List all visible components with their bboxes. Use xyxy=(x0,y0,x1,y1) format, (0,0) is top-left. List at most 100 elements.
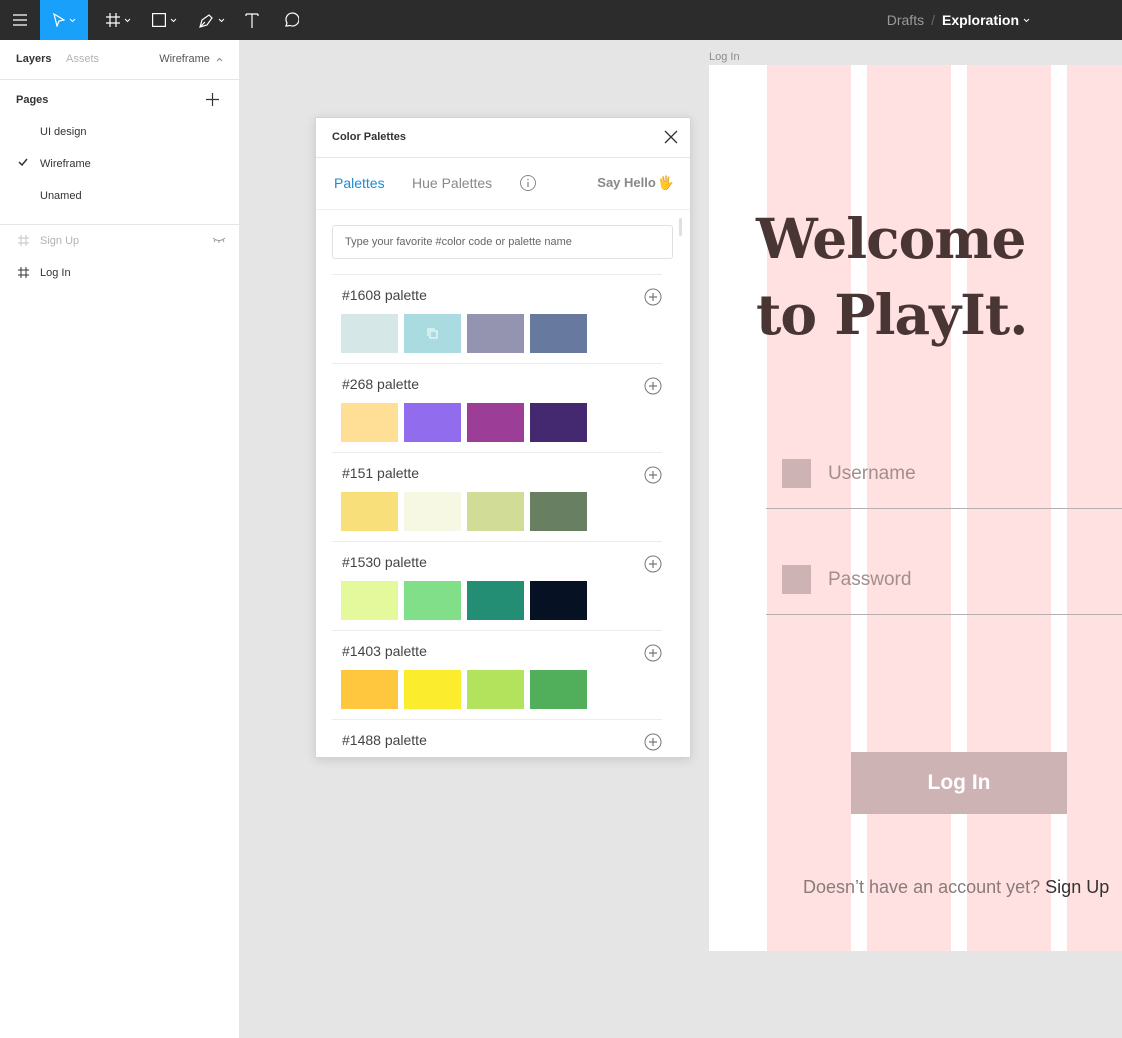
color-swatch[interactable] xyxy=(530,670,587,709)
layer-item-label: Sign Up xyxy=(40,235,80,247)
eye-closed-icon[interactable] xyxy=(212,236,226,244)
page-item-label: UI design xyxy=(40,126,87,138)
palette-row[interactable]: #151 palette xyxy=(332,452,662,541)
page-item-wireframe[interactable]: Wireframe xyxy=(0,148,239,180)
color-swatch[interactable] xyxy=(404,581,461,620)
palette-search-box xyxy=(332,225,673,259)
color-swatch[interactable] xyxy=(404,492,461,531)
user-icon xyxy=(782,459,811,488)
color-swatch[interactable] xyxy=(467,492,524,531)
breadcrumb-project[interactable]: Drafts xyxy=(887,12,924,28)
layer-item-label: Log In xyxy=(40,267,71,279)
palette-row[interactable]: #1608 palette xyxy=(332,274,662,363)
say-hello-label: Say Hello xyxy=(597,175,656,190)
color-swatch[interactable] xyxy=(341,670,398,709)
page-selector[interactable]: Wireframe xyxy=(159,53,223,65)
color-swatch[interactable] xyxy=(467,581,524,620)
move-tool-button[interactable] xyxy=(40,0,88,40)
color-swatch[interactable] xyxy=(341,581,398,620)
comment-tool-button[interactable] xyxy=(274,0,308,40)
scrollbar[interactable] xyxy=(679,218,682,236)
wave-hand-icon: 🖐 xyxy=(657,175,674,190)
color-swatch[interactable] xyxy=(530,403,587,442)
close-icon[interactable] xyxy=(664,130,678,144)
page-item-ui-design[interactable]: UI design xyxy=(0,116,239,148)
login-button[interactable]: Log In xyxy=(851,752,1067,814)
tab-hue-palettes[interactable]: Hue Palettes xyxy=(412,175,492,191)
pages-header: Pages xyxy=(0,80,239,116)
add-circle-icon[interactable] xyxy=(644,644,662,662)
color-swatch[interactable] xyxy=(467,314,524,353)
main-menu-button[interactable] xyxy=(0,0,40,40)
palette-name: #1403 palette xyxy=(342,643,427,659)
palette-name: #151 palette xyxy=(342,465,420,481)
layer-item-log-in[interactable]: Log In xyxy=(0,257,239,289)
shape-tool-button[interactable] xyxy=(144,0,184,40)
palette-row[interactable]: #1488 palette xyxy=(332,719,662,757)
move-icon xyxy=(52,13,65,27)
plugin-header: Color Palettes xyxy=(316,118,690,158)
color-swatch[interactable] xyxy=(404,314,461,353)
welcome-heading: Welcome to PlayIt. xyxy=(756,201,1028,353)
page-item-label: Wireframe xyxy=(40,158,91,170)
chevron-down-icon xyxy=(124,18,130,22)
panel-tabs: Layers Assets Wireframe xyxy=(0,40,239,80)
text-icon xyxy=(245,12,259,28)
color-swatch[interactable] xyxy=(467,670,524,709)
add-circle-icon[interactable] xyxy=(644,466,662,484)
color-swatch[interactable] xyxy=(341,403,398,442)
rectangle-icon xyxy=(151,13,166,27)
palette-search-input[interactable] xyxy=(333,226,672,258)
chevron-down-icon[interactable] xyxy=(1023,18,1030,23)
frame-icon xyxy=(18,267,29,278)
page-selector-label: Wireframe xyxy=(159,53,210,65)
frame-label[interactable]: Log In xyxy=(709,51,740,63)
tab-assets[interactable]: Assets xyxy=(66,53,99,65)
add-circle-icon[interactable] xyxy=(644,733,662,751)
palette-row[interactable]: #268 palette xyxy=(332,363,662,452)
menu-icon xyxy=(13,14,27,26)
pen-icon xyxy=(199,13,213,28)
color-swatch[interactable] xyxy=(404,403,461,442)
pen-tool-button[interactable] xyxy=(192,0,232,40)
tab-palettes[interactable]: Palettes xyxy=(334,175,385,191)
palette-row[interactable]: #1403 palette xyxy=(332,630,662,719)
chevron-down-icon xyxy=(170,18,176,22)
plus-icon[interactable] xyxy=(206,93,219,106)
plugin-title: Color Palettes xyxy=(332,131,406,143)
text-tool-button[interactable] xyxy=(236,0,268,40)
welcome-line-2: to PlayIt. xyxy=(756,282,1028,347)
plugin-tabs: Palettes Hue Palettes Say Hello 🖐 xyxy=(316,158,690,210)
tab-layers[interactable]: Layers xyxy=(16,53,51,65)
palette-row[interactable]: #1530 palette xyxy=(332,541,662,630)
copy-icon xyxy=(427,328,438,339)
signup-link[interactable]: Sign Up xyxy=(1045,877,1109,897)
frame-icon xyxy=(18,235,29,246)
layer-item-sign-up[interactable]: Sign Up xyxy=(0,225,239,257)
color-swatch[interactable] xyxy=(530,581,587,620)
lock-icon xyxy=(782,565,811,594)
chevron-up-icon xyxy=(216,57,223,62)
password-placeholder: Password xyxy=(828,569,912,590)
username-placeholder: Username xyxy=(828,463,916,484)
color-swatch[interactable] xyxy=(467,403,524,442)
password-field[interactable]: Password xyxy=(766,565,1122,615)
page-item-unamed[interactable]: Unamed xyxy=(0,180,239,212)
color-swatch[interactable] xyxy=(530,314,587,353)
frame-tool-button[interactable] xyxy=(98,0,138,40)
color-swatch[interactable] xyxy=(341,492,398,531)
palette-list: #1608 palette #268 palette #151 palette #15… xyxy=(332,274,662,757)
add-circle-icon[interactable] xyxy=(644,555,662,573)
info-icon[interactable] xyxy=(519,174,537,192)
username-field[interactable]: Username xyxy=(766,459,1122,509)
palette-name: #1488 palette xyxy=(342,732,427,748)
say-hello-link[interactable]: Say Hello 🖐 xyxy=(597,175,674,191)
add-circle-icon[interactable] xyxy=(644,377,662,395)
color-swatch[interactable] xyxy=(530,492,587,531)
welcome-line-1: Welcome xyxy=(756,206,1027,271)
login-frame[interactable]: Welcome to PlayIt. Username Password Log… xyxy=(709,65,1122,951)
breadcrumb-file[interactable]: Exploration xyxy=(942,12,1019,28)
color-swatch[interactable] xyxy=(341,314,398,353)
add-circle-icon[interactable] xyxy=(644,288,662,306)
color-swatch[interactable] xyxy=(404,670,461,709)
